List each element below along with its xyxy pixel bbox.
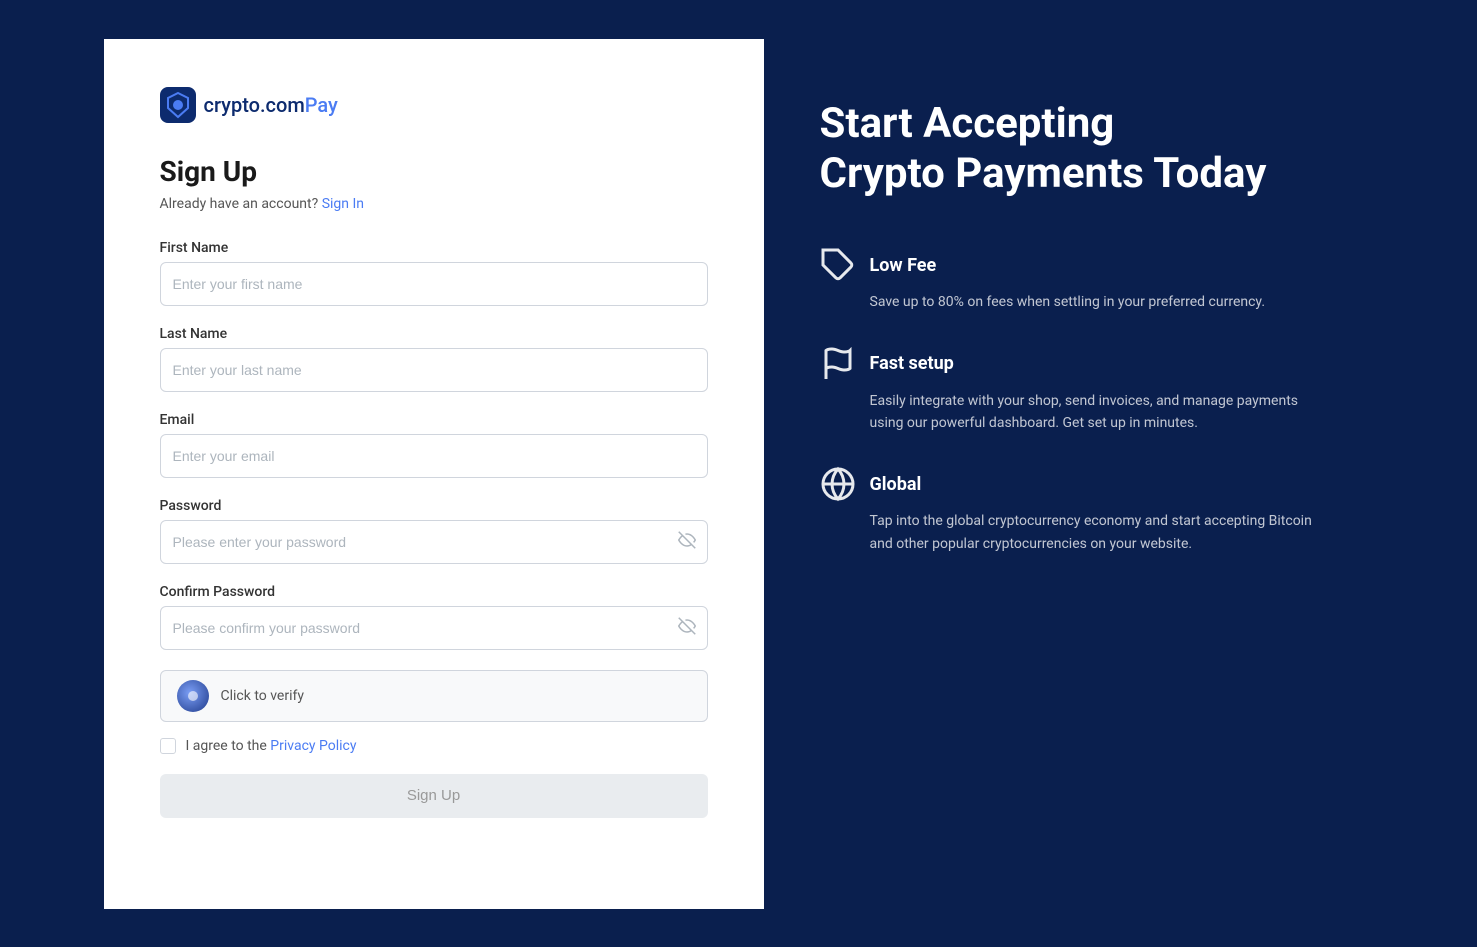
first-name-label: First Name bbox=[160, 240, 708, 256]
verify-circle-icon bbox=[177, 680, 209, 712]
privacy-policy-link[interactable]: Privacy Policy bbox=[270, 738, 356, 754]
logo-area: crypto.comPay bbox=[160, 87, 708, 123]
last-name-label: Last Name bbox=[160, 326, 708, 342]
password-input-wrapper bbox=[160, 520, 708, 564]
email-group: Email bbox=[160, 412, 708, 478]
email-input[interactable] bbox=[160, 434, 708, 478]
privacy-checkbox-row: I agree to the Privacy Policy bbox=[160, 738, 708, 754]
marketing-title: Start Accepting Crypto Payments Today bbox=[820, 99, 1318, 200]
privacy-checkbox[interactable] bbox=[160, 738, 176, 754]
feature-low-fee-title: Low Fee bbox=[870, 255, 937, 276]
confirm-password-label: Confirm Password bbox=[160, 584, 708, 600]
last-name-group: Last Name bbox=[160, 326, 708, 392]
globe-icon bbox=[820, 466, 856, 502]
feature-low-fee-header: Low Fee bbox=[820, 247, 1318, 283]
password-input[interactable] bbox=[160, 520, 708, 564]
password-toggle-icon[interactable] bbox=[678, 531, 696, 553]
confirm-password-group: Confirm Password bbox=[160, 584, 708, 650]
confirm-password-input[interactable] bbox=[160, 606, 708, 650]
confirm-password-input-wrapper bbox=[160, 606, 708, 650]
logo-text: crypto.comPay bbox=[204, 93, 338, 117]
privacy-label: I agree to the Privacy Policy bbox=[186, 738, 357, 754]
marketing-panel: Start Accepting Crypto Payments Today Lo… bbox=[764, 39, 1374, 909]
last-name-input[interactable] bbox=[160, 348, 708, 392]
logo-icon bbox=[160, 87, 196, 123]
first-name-input[interactable] bbox=[160, 262, 708, 306]
feature-global-title: Global bbox=[870, 474, 922, 495]
page-title: Sign Up bbox=[160, 155, 708, 188]
logo-pay: Pay bbox=[305, 93, 338, 117]
feature-fast-setup-desc: Easily integrate with your shop, send in… bbox=[820, 390, 1318, 435]
email-label: Email bbox=[160, 412, 708, 428]
confirm-password-toggle-icon[interactable] bbox=[678, 617, 696, 639]
form-panel: crypto.comPay Sign Up Already have an ac… bbox=[104, 39, 764, 909]
feature-fast-setup-header: Fast setup bbox=[820, 346, 1318, 382]
feature-global-desc: Tap into the global cryptocurrency econo… bbox=[820, 510, 1318, 555]
password-label: Password bbox=[160, 498, 708, 514]
sign-in-link[interactable]: Sign In bbox=[322, 196, 364, 212]
flag-icon bbox=[820, 346, 856, 382]
signup-button[interactable]: Sign Up bbox=[160, 774, 708, 818]
already-account-text: Already have an account? Sign In bbox=[160, 196, 708, 212]
feature-global: Global Tap into the global cryptocurrenc… bbox=[820, 466, 1318, 555]
feature-low-fee-desc: Save up to 80% on fees when settling in … bbox=[820, 291, 1318, 313]
page-wrapper: crypto.comPay Sign Up Already have an ac… bbox=[104, 39, 1374, 909]
tag-icon bbox=[820, 247, 856, 283]
verify-label: Click to verify bbox=[221, 688, 304, 704]
feature-fast-setup: Fast setup Easily integrate with your sh… bbox=[820, 346, 1318, 435]
verify-button[interactable]: Click to verify bbox=[160, 670, 708, 722]
logo-brand: crypto.com bbox=[204, 93, 305, 117]
feature-low-fee: Low Fee Save up to 80% on fees when sett… bbox=[820, 247, 1318, 313]
password-group: Password bbox=[160, 498, 708, 564]
feature-fast-setup-title: Fast setup bbox=[870, 353, 954, 374]
verify-circle-inner bbox=[188, 691, 198, 701]
first-name-group: First Name bbox=[160, 240, 708, 306]
feature-global-header: Global bbox=[820, 466, 1318, 502]
